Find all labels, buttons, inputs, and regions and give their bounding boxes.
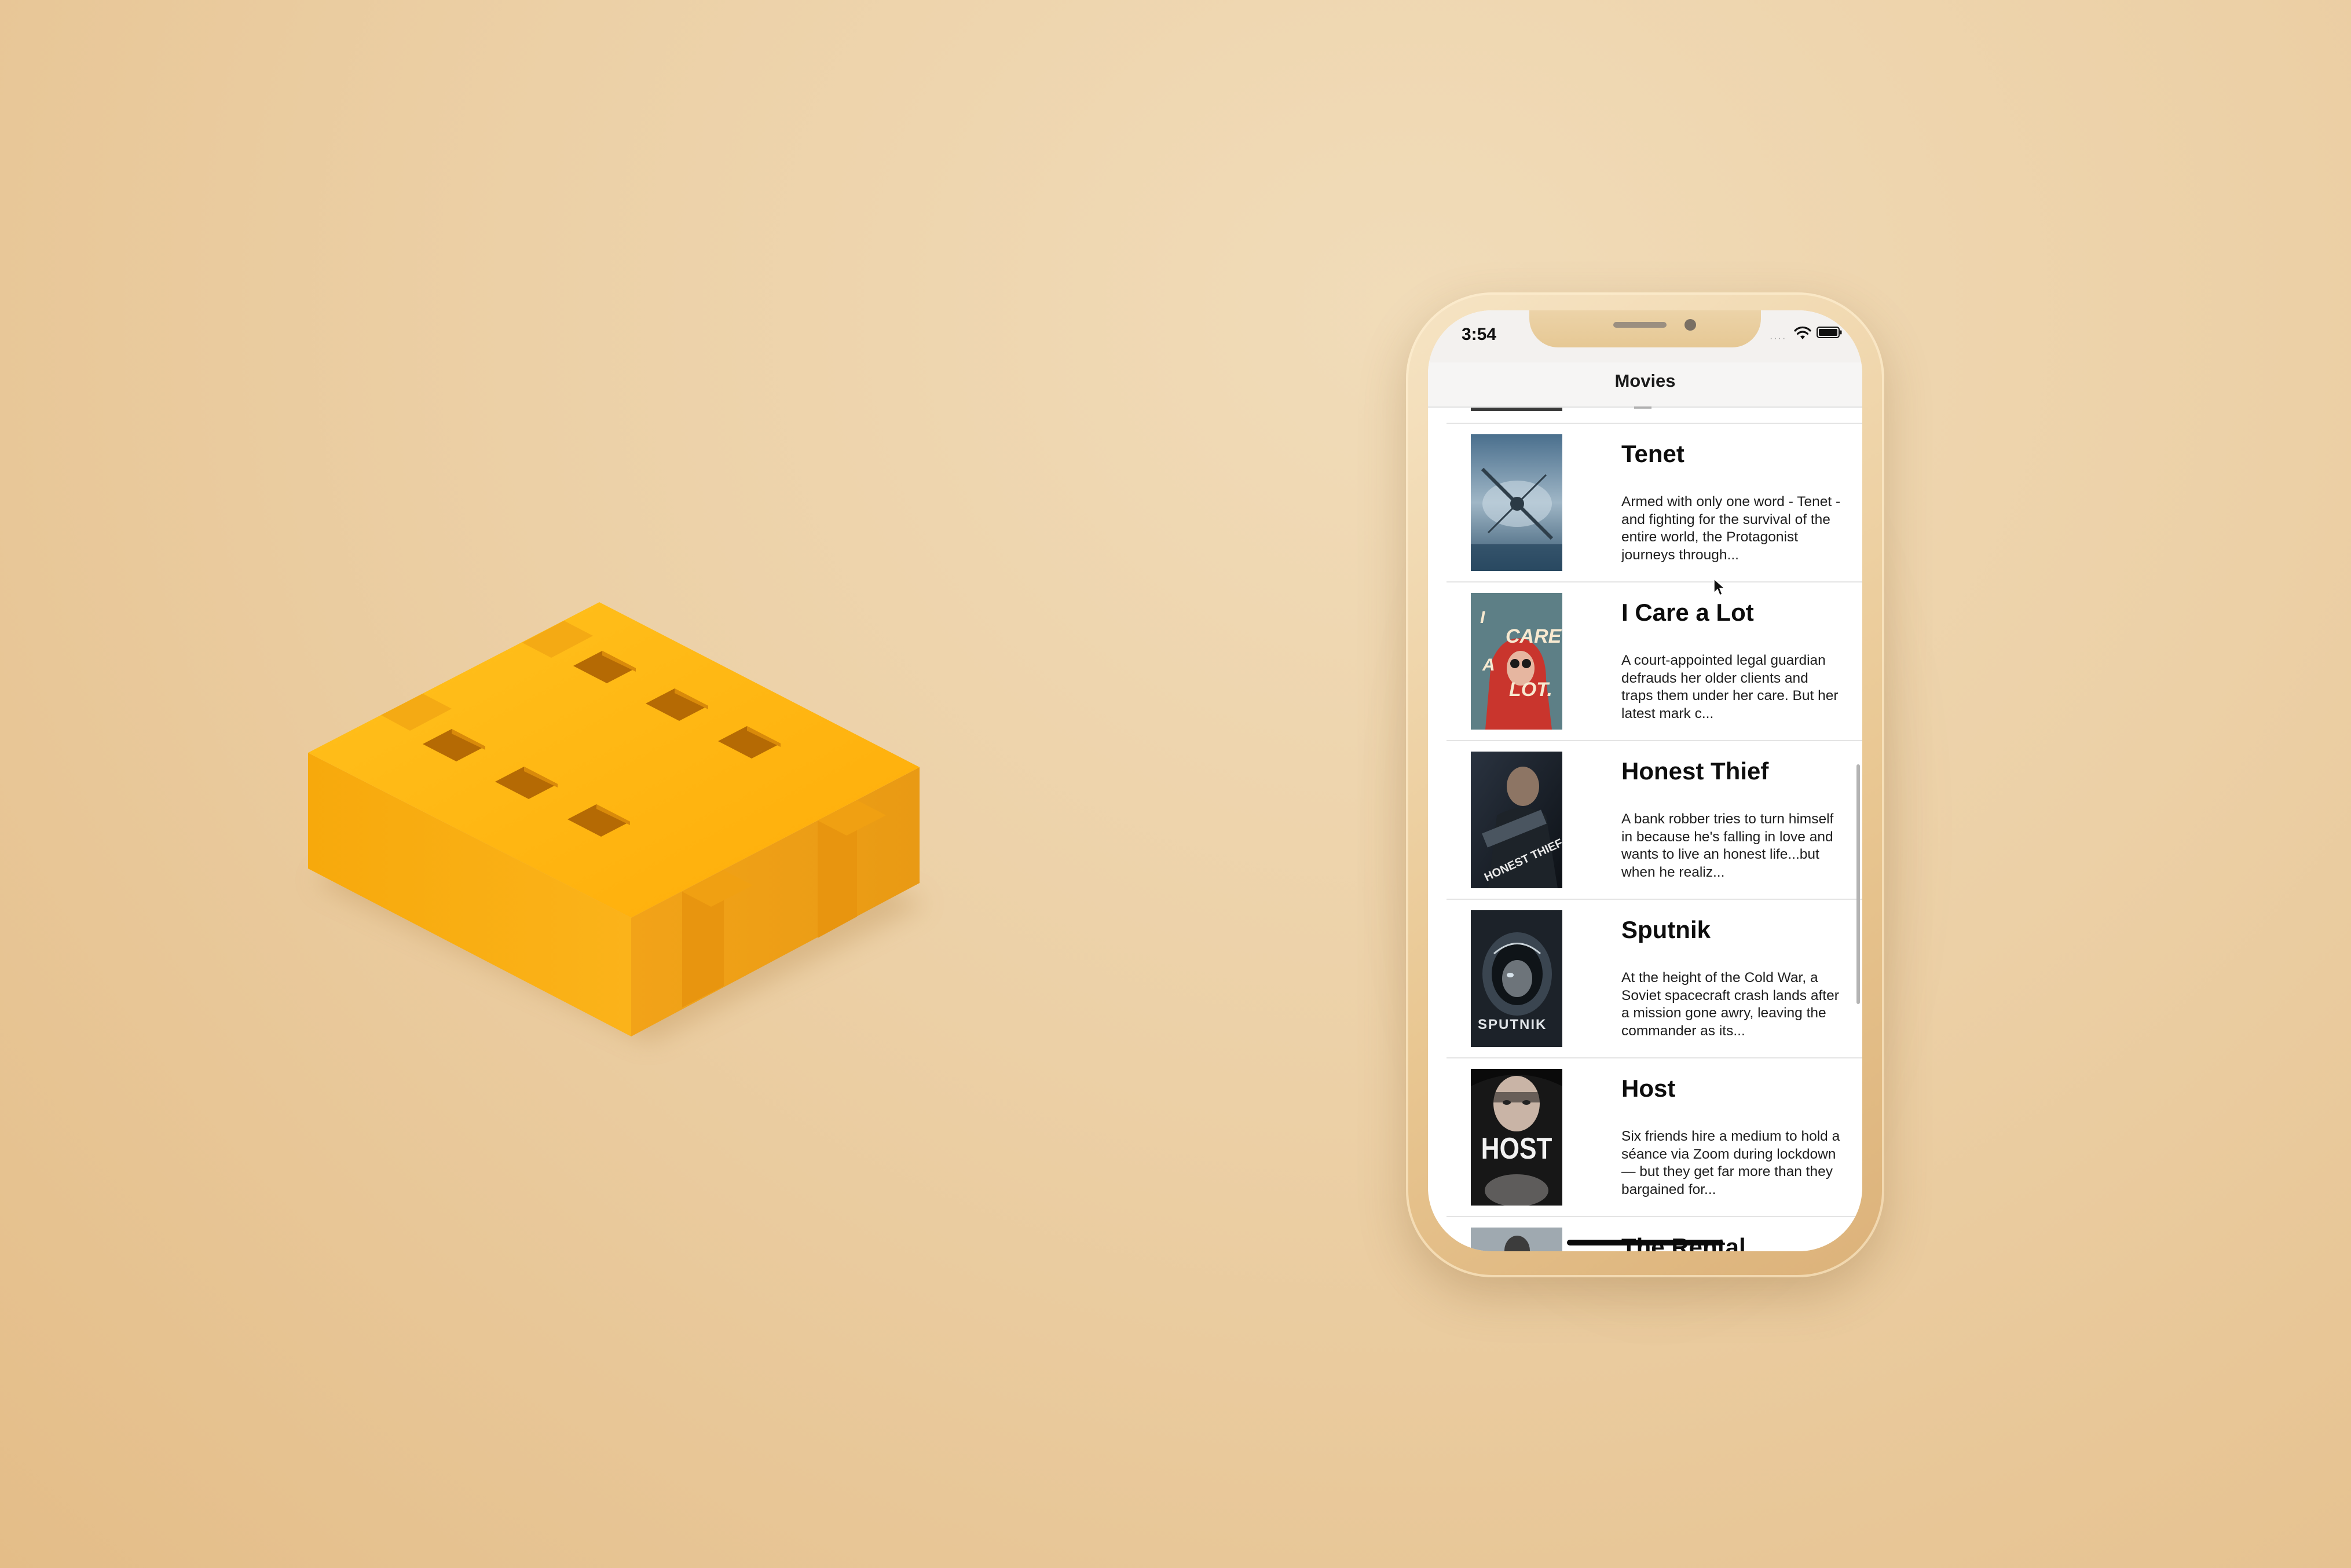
- speaker-grille: [1613, 322, 1667, 328]
- movie-title: Honest Thief: [1621, 757, 1769, 785]
- previous-row-text-edge: [1634, 406, 1651, 409]
- movie-title: I Care a Lot: [1621, 599, 1754, 626]
- home-indicator[interactable]: [1567, 1240, 1723, 1245]
- movie-overview: A court-appointed legal guardian defraud…: [1621, 653, 1839, 721]
- honest-thief-poster: HONEST THIEF: [1471, 752, 1562, 888]
- front-camera: [1684, 319, 1696, 331]
- movie-title: Sputnik: [1621, 916, 1711, 943]
- movie-row-host[interactable]: HOST Host Six friends hire a medium to h…: [1447, 1057, 1862, 1217]
- poster-text-lot: LOT.: [1509, 679, 1552, 701]
- poster-text-care: CARE: [1506, 625, 1562, 647]
- previous-row-poster-edge: [1471, 408, 1562, 411]
- movie-title: Host: [1621, 1075, 1676, 1102]
- sputnik-poster: SPUTNIK: [1471, 910, 1562, 1047]
- the-rental-poster: [1471, 1228, 1562, 1251]
- navigation-bar: Movies: [1428, 362, 1862, 408]
- status-time: 3:54: [1462, 325, 1497, 344]
- movie-overview: Six friends hire a medium to hold a séan…: [1621, 1129, 1840, 1197]
- movie-row-the-rental[interactable]: The Rental: [1447, 1216, 1862, 1251]
- poster-text-a: A: [1482, 655, 1495, 675]
- movie-row-i-care-a-lot[interactable]: I CARE A LOT. I Care a Lot A court-appoi…: [1447, 581, 1862, 741]
- i-care-a-lot-poster: I CARE A LOT.: [1471, 593, 1562, 730]
- page-title: Movies: [1614, 371, 1676, 391]
- movie-overview: Armed with only one word - Tenet - and f…: [1621, 494, 1841, 563]
- phone-screen: 3:54 ···· Movies Tenet Armed with only o…: [1428, 310, 1862, 1251]
- tenet-poster: [1471, 434, 1562, 571]
- movie-overview: At the height of the Cold War, a Soviet …: [1621, 970, 1839, 1039]
- host-poster: HOST: [1471, 1069, 1562, 1206]
- scroll-indicator[interactable]: [1856, 764, 1860, 1004]
- cellular-signal-icon: ····: [1770, 334, 1787, 343]
- poster-text-sputnik: SPUTNIK: [1478, 1017, 1547, 1032]
- movie-row-tenet[interactable]: Tenet Armed with only one word - Tenet -…: [1447, 423, 1862, 582]
- movie-title: Tenet: [1621, 440, 1684, 467]
- poster-text-host: HOST: [1481, 1132, 1552, 1166]
- mouse-cursor-icon: [1713, 578, 1726, 596]
- wifi-icon: [1794, 326, 1811, 339]
- battery-icon: [1817, 327, 1842, 338]
- movie-row-honest-thief[interactable]: HONEST THIEF Honest Thief A bank robber …: [1447, 740, 1862, 900]
- movie-overview: A bank robber tries to turn himself in b…: [1621, 811, 1834, 880]
- app-logo-film-icon: [278, 579, 950, 1065]
- phone-notch: [1529, 310, 1761, 347]
- poster-text-i: I: [1480, 608, 1485, 627]
- movie-row-sputnik[interactable]: SPUTNIK Sputnik At the height of the Col…: [1447, 899, 1862, 1058]
